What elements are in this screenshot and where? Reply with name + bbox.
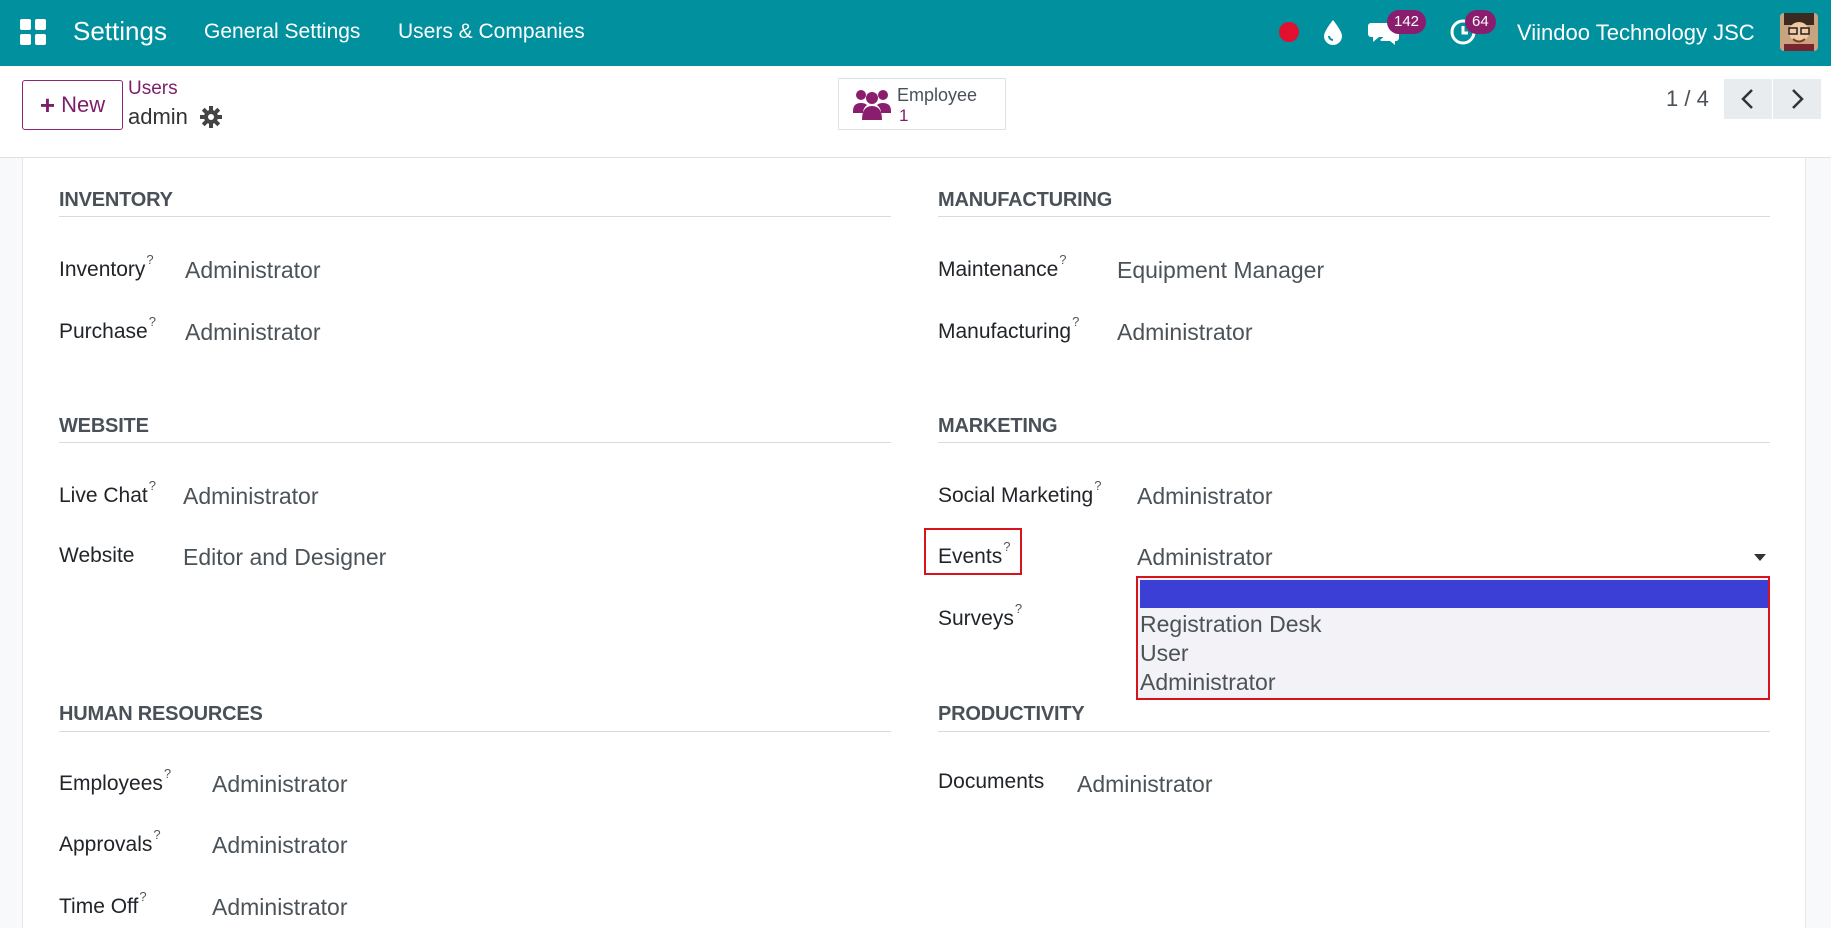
- company-switcher[interactable]: Viindoo Technology JSC: [1517, 20, 1755, 46]
- field-value-purchase[interactable]: Administrator: [185, 319, 320, 346]
- chevron-down-icon[interactable]: [1754, 554, 1766, 561]
- help-icon[interactable]: ?: [1094, 478, 1101, 493]
- chevron-left-icon: [1741, 89, 1753, 109]
- field-value-time-off[interactable]: Administrator: [212, 894, 347, 921]
- activity-count-badge: 64: [1465, 10, 1496, 34]
- field-label-inventory: Inventory?: [59, 252, 154, 281]
- events-select[interactable]: Administrator: [1137, 544, 1272, 571]
- field-value-website[interactable]: Editor and Designer: [183, 544, 386, 571]
- field-label-manufacturing: Manufacturing?: [938, 314, 1080, 343]
- menu-users-companies[interactable]: Users & Companies: [398, 20, 585, 44]
- sheet-background-right: [1806, 158, 1831, 928]
- help-icon[interactable]: ?: [1072, 314, 1079, 329]
- help-icon[interactable]: ?: [1059, 252, 1066, 267]
- field-value-maintenance[interactable]: Equipment Manager: [1117, 257, 1324, 284]
- events-dropdown-list: Registration Desk User Administrator: [1136, 576, 1770, 700]
- section-title-human-resources: HUMAN RESOURCES: [59, 703, 263, 725]
- field-label-purchase: Purchase?: [59, 314, 156, 343]
- section-divider: [938, 216, 1770, 217]
- dropdown-option-user[interactable]: User: [1140, 639, 1768, 667]
- new-button[interactable]: + New: [22, 80, 123, 130]
- dropdown-option-administrator[interactable]: Administrator: [1140, 668, 1768, 696]
- section-divider: [59, 216, 891, 217]
- pager-previous-button[interactable]: [1724, 79, 1772, 119]
- section-title-website: WEBSITE: [59, 415, 149, 437]
- field-label-approvals: Approvals?: [59, 827, 161, 856]
- gear-icon[interactable]: [200, 106, 222, 128]
- field-value-manufacturing[interactable]: Administrator: [1117, 319, 1252, 346]
- chevron-right-icon: [1792, 89, 1804, 109]
- field-label-maintenance: Maintenance?: [938, 252, 1067, 281]
- record-indicator-icon[interactable]: [1279, 22, 1299, 42]
- section-divider: [59, 731, 891, 732]
- water-drop-icon[interactable]: [1320, 18, 1346, 46]
- help-icon[interactable]: ?: [146, 252, 153, 267]
- apps-menu-icon[interactable]: [20, 19, 46, 45]
- dropdown-option-registration-desk[interactable]: Registration Desk: [1140, 610, 1768, 638]
- plus-icon: +: [39, 90, 56, 120]
- smart-button-label: Employee: [897, 85, 978, 105]
- help-icon[interactable]: ?: [149, 314, 156, 329]
- field-label-surveys: Surveys?: [938, 601, 1023, 630]
- section-title-productivity: PRODUCTIVITY: [938, 703, 1085, 725]
- field-label-social-marketing: Social Marketing?: [938, 478, 1102, 507]
- field-label-documents: Documents: [938, 770, 1045, 793]
- sheet-background-left: [0, 158, 22, 928]
- section-divider: [938, 442, 1770, 443]
- section-divider: [59, 442, 891, 443]
- field-value-live-chat[interactable]: Administrator: [183, 483, 318, 510]
- breadcrumb-users[interactable]: Users: [128, 78, 178, 100]
- pager-counter[interactable]: 1 / 4: [1666, 86, 1709, 112]
- section-title-inventory: INVENTORY: [59, 189, 173, 211]
- field-label-live-chat: Live Chat?: [59, 478, 156, 507]
- pager-next-button[interactable]: [1773, 79, 1821, 119]
- menu-general-settings[interactable]: General Settings: [204, 20, 360, 44]
- smart-button-count: 1: [899, 106, 909, 125]
- section-title-manufacturing: MANUFACTURING: [938, 189, 1113, 211]
- new-button-label: New: [61, 92, 106, 117]
- dropdown-option-empty[interactable]: [1140, 580, 1768, 608]
- field-label-events: Events?: [938, 539, 1011, 568]
- top-navbar: Settings General Settings Users & Compan…: [0, 0, 1831, 66]
- field-value-approvals[interactable]: Administrator: [212, 832, 347, 859]
- user-avatar[interactable]: [1780, 13, 1818, 51]
- help-icon[interactable]: ?: [164, 766, 171, 781]
- help-icon[interactable]: ?: [149, 478, 156, 493]
- employee-smart-button[interactable]: Employee 1: [838, 78, 1006, 130]
- breadcrumb-current-record: admin: [128, 104, 188, 129]
- help-icon[interactable]: ?: [1003, 539, 1010, 554]
- field-value-employees[interactable]: Administrator: [212, 771, 347, 798]
- field-label-employees: Employees?: [59, 766, 172, 795]
- chat-count-badge: 142: [1387, 10, 1427, 34]
- field-label-website: Website: [59, 544, 135, 567]
- help-icon[interactable]: ?: [139, 889, 146, 904]
- control-panel: + New Users admin Employee 1 1 / 4: [0, 66, 1831, 158]
- section-divider: [938, 731, 1770, 732]
- field-value-documents[interactable]: Administrator: [1077, 771, 1212, 798]
- field-value-social-marketing[interactable]: Administrator: [1137, 483, 1272, 510]
- users-group-icon: [853, 90, 891, 120]
- app-brand[interactable]: Settings: [73, 16, 167, 47]
- section-title-marketing: MARKETING: [938, 415, 1058, 437]
- help-icon[interactable]: ?: [1015, 601, 1022, 616]
- field-label-time-off: Time Off?: [59, 889, 147, 918]
- help-icon[interactable]: ?: [153, 827, 160, 842]
- field-value-inventory[interactable]: Administrator: [185, 257, 320, 284]
